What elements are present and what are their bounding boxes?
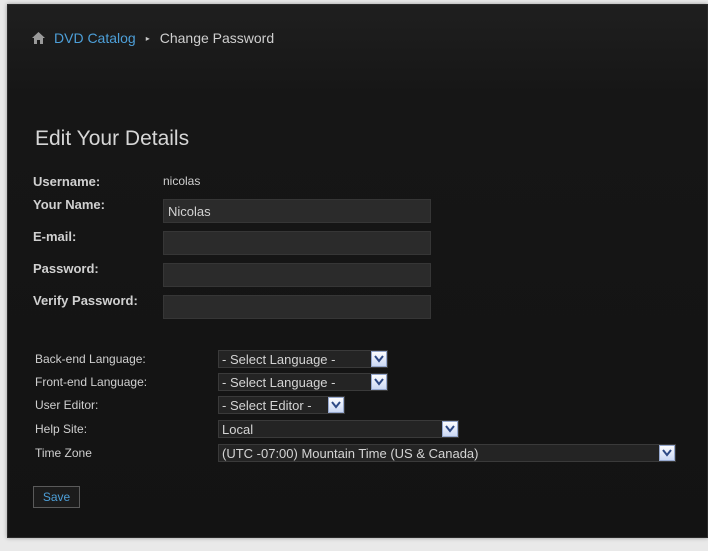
email-input[interactable] [163, 231, 431, 255]
chevron-down-icon[interactable] [328, 397, 344, 413]
help-site-value: Local [222, 421, 254, 437]
help-site-row: Help Site: Local [35, 420, 459, 438]
chevron-down-icon[interactable] [659, 445, 675, 461]
user-editor-value: - Select Editor - [222, 397, 312, 413]
name-input[interactable] [163, 199, 431, 223]
page-title: Edit Your Details [35, 127, 190, 150]
help-site-select[interactable]: Local [218, 420, 459, 438]
password-input[interactable] [163, 263, 431, 287]
frontend-language-select[interactable]: - Select Language - [218, 373, 388, 391]
username-row: Username: nicolas [33, 169, 200, 193]
frontend-language-row: Front-end Language: - Select Language - [35, 373, 388, 391]
backend-language-select[interactable]: - Select Language - [218, 350, 388, 368]
chevron-down-icon[interactable] [371, 351, 387, 367]
main-panel: DVD Catalog ▸ Change Password Edit Your … [7, 4, 708, 538]
backend-language-value: - Select Language - [222, 351, 336, 367]
time-zone-row: Time Zone (UTC -07:00) Mountain Time (US… [35, 444, 676, 462]
name-label: Your Name: [33, 197, 105, 212]
chevron-down-icon[interactable] [371, 374, 387, 390]
password-label: Password: [33, 261, 99, 276]
email-label: E-mail: [33, 229, 77, 244]
frontend-language-value: - Select Language - [222, 374, 336, 390]
breadcrumb-link-dvd-catalog[interactable]: DVD Catalog [54, 30, 136, 46]
time-zone-label: Time Zone [35, 446, 92, 460]
time-zone-value: (UTC -07:00) Mountain Time (US & Canada) [222, 445, 479, 461]
verify-password-input[interactable] [163, 295, 431, 319]
help-site-label: Help Site: [35, 422, 88, 436]
user-editor-label: User Editor: [35, 398, 99, 412]
chevron-down-icon[interactable] [442, 421, 458, 437]
home-icon[interactable] [32, 32, 45, 44]
breadcrumb: DVD Catalog ▸ Change Password [32, 28, 274, 48]
time-zone-select[interactable]: (UTC -07:00) Mountain Time (US & Canada) [218, 444, 676, 462]
breadcrumb-separator-icon: ▸ [145, 33, 150, 43]
username-value: nicolas [163, 174, 201, 188]
user-editor-select[interactable]: - Select Editor - [218, 396, 345, 414]
backend-language-label: Back-end Language: [35, 352, 146, 366]
breadcrumb-current: Change Password [159, 30, 275, 46]
username-label: Username: [33, 173, 101, 189]
save-button[interactable]: Save [33, 486, 80, 508]
frontend-language-label: Front-end Language: [35, 375, 148, 389]
backend-language-row: Back-end Language: - Select Language - [35, 350, 388, 368]
user-editor-row: User Editor: - Select Editor - [35, 396, 345, 414]
verify-password-label: Verify Password: [33, 293, 138, 308]
